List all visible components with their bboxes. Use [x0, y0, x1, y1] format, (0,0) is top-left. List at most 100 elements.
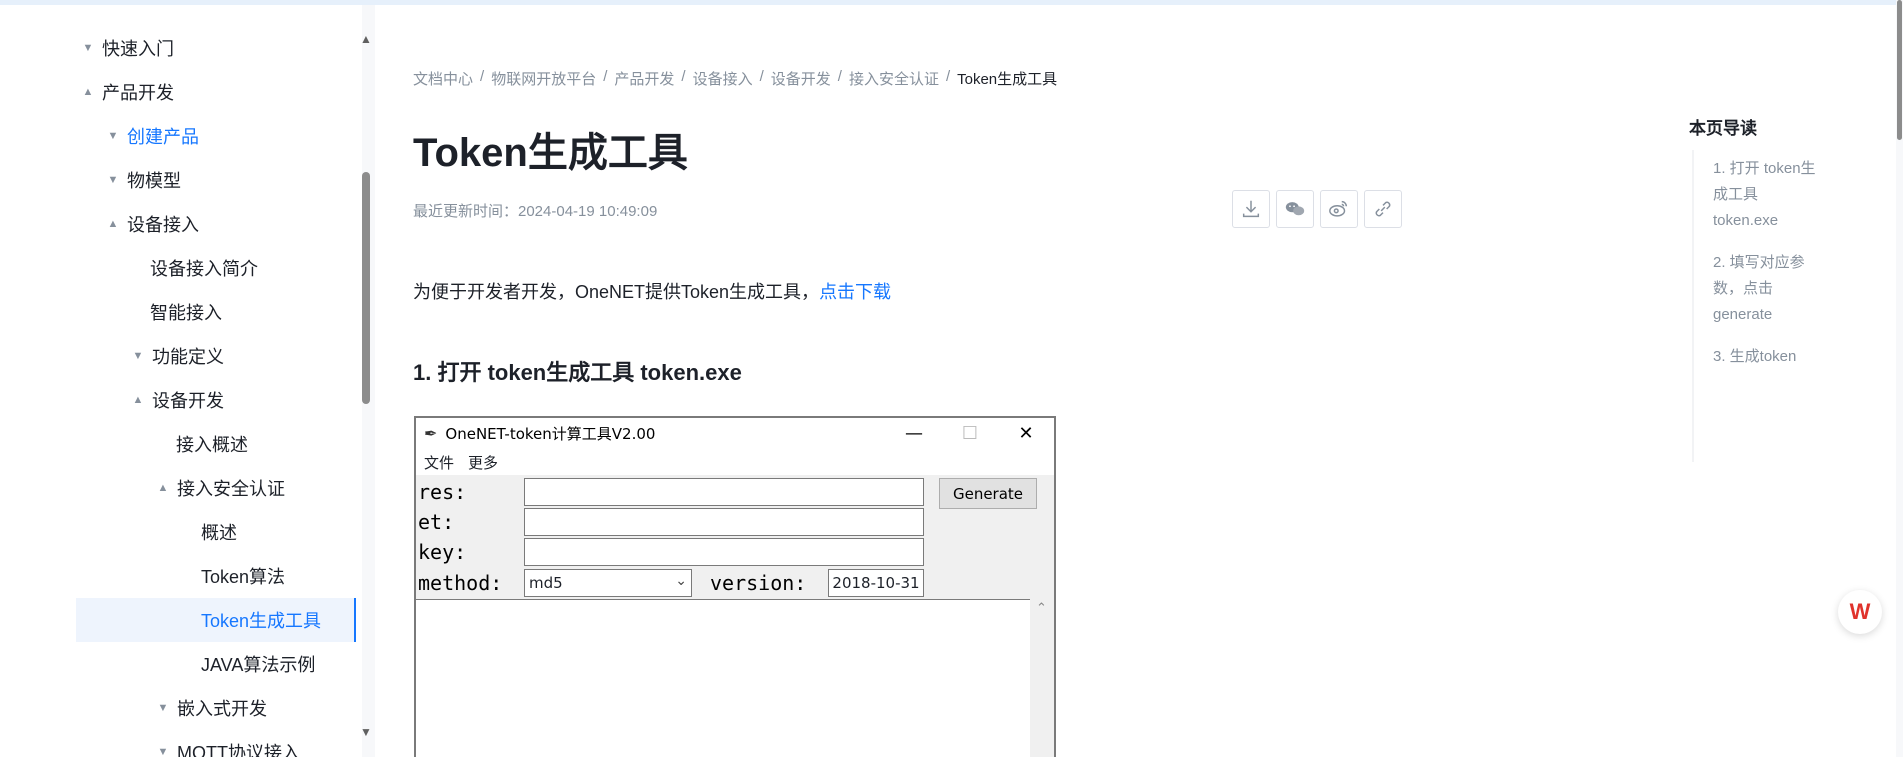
section-heading: 1. 打开 token生成工具 token.exe: [413, 360, 742, 385]
toc-divider: [1692, 150, 1694, 462]
sidebar-item-device-dev[interactable]: ▲ 设备开发: [126, 378, 375, 422]
copy-link-button[interactable]: [1364, 190, 1402, 228]
sidebar-item-label: Token算法: [201, 567, 286, 587]
breadcrumb-item[interactable]: 设备开发: [771, 68, 831, 89]
sidebar-item-token-algorithm[interactable]: Token算法: [201, 554, 375, 598]
download-link[interactable]: 点击下载: [819, 282, 891, 302]
sidebar-nav: ▼ 快速入门 ▲ 产品开发 ▼ 创建产品 ▼ 物模型 ▲ 设备接入 设备接入简介…: [0, 5, 375, 757]
sidebar-item-label: 物模型: [127, 171, 181, 191]
close-icon: ✕: [1018, 423, 1034, 444]
page-title: Token生成工具: [413, 131, 688, 175]
breadcrumb-item[interactable]: 产品开发: [614, 68, 674, 89]
chevron-up-icon: ⌃: [1036, 601, 1047, 616]
sidebar-item-token-tool[interactable]: Token生成工具: [76, 598, 356, 642]
sidebar-item-label: 设备接入: [127, 215, 199, 235]
sidebar-item-access-intro[interactable]: 设备接入简介: [150, 246, 375, 290]
generate-button: Generate: [939, 478, 1037, 509]
sidebar-item-label: JAVA算法示例: [201, 655, 316, 675]
sidebar-item-label: 产品开发: [102, 83, 174, 103]
chevron-down-icon: ▼: [82, 42, 94, 54]
sidebar-item-quickstart[interactable]: ▼ 快速入门: [76, 26, 356, 70]
toc-item[interactable]: 3. 生成token: [1713, 344, 1823, 370]
sidebar-item-label: Token生成工具: [201, 611, 322, 631]
sidebar-item-mqtt-access[interactable]: ▼ MQTT协议接入: [151, 730, 375, 757]
toc-title: 本页导读: [1689, 119, 1757, 138]
maximize-icon: ☐: [961, 423, 979, 444]
sidebar-item-create-product[interactable]: ▼ 创建产品: [101, 114, 375, 158]
sidebar-item-label: 设备开发: [152, 391, 224, 411]
link-icon: [1375, 201, 1391, 217]
wechat-share-button[interactable]: [1276, 190, 1314, 228]
weibo-share-button[interactable]: [1320, 190, 1358, 228]
output-textarea: [416, 599, 1030, 757]
sidebar-item-label: MQTT协议接入: [177, 743, 300, 757]
sidebar-item-label: 设备接入简介: [150, 259, 258, 279]
sidebar-item-label: 智能接入: [150, 303, 222, 323]
intro-text: 为便于开发者开发，OneNET提供Token生成工具，: [413, 282, 820, 302]
page-scrollbar-thumb[interactable]: [1897, 0, 1902, 140]
sidebar-item-device-access[interactable]: ▲ 设备接入: [101, 202, 375, 246]
toc-item[interactable]: 2. 填写对应参数，点击generate: [1713, 250, 1823, 328]
chevron-down-icon: ▼: [157, 746, 169, 757]
sidebar-item-label: 快速入门: [102, 39, 174, 59]
download-icon: [1242, 200, 1260, 218]
chevron-down-icon: ▼: [107, 174, 119, 186]
breadcrumb-item[interactable]: 文档中心: [413, 68, 473, 89]
breadcrumb-item[interactable]: 设备接入: [693, 68, 753, 89]
res-field: [524, 478, 924, 506]
et-field: [524, 508, 924, 536]
chevron-down-icon: ▼: [157, 702, 169, 714]
sidebar-item-access-overview[interactable]: 接入概述: [176, 422, 375, 466]
sidebar-item-product-dev[interactable]: ▲ 产品开发: [76, 70, 356, 114]
wps-logo-icon: W: [1849, 599, 1871, 624]
method-label: method:: [418, 571, 503, 595]
chevron-down-icon: ▼: [132, 350, 144, 362]
weibo-icon: [1329, 200, 1348, 217]
sidebar-item-smart-access[interactable]: 智能接入: [150, 290, 375, 334]
breadcrumb: 文档中心 / 物联网开放平台 / 产品开发 / 设备接入 / 设备开发 / 接入安全认证 /…: [413, 68, 1058, 89]
intro-paragraph: 为便于开发者开发，OneNET提供Token生成工具，点击下载: [413, 278, 891, 304]
sidebar-item-label: 创建产品: [127, 127, 199, 147]
et-label: et:: [418, 510, 455, 534]
chevron-down-icon: ▼: [107, 130, 119, 142]
version-label: version:: [710, 571, 807, 595]
sidebar-item-label: 接入安全认证: [177, 479, 285, 499]
key-label: key:: [418, 540, 467, 564]
download-button[interactable]: [1232, 190, 1270, 228]
chevron-up-icon: ▲: [82, 86, 94, 98]
toc-item[interactable]: 1. 打开 token生成工具 token.exe: [1713, 156, 1823, 234]
res-label: res:: [418, 480, 467, 504]
breadcrumb-current: Token生成工具: [957, 71, 1058, 88]
scroll-up-arrow-icon[interactable]: ▲: [360, 32, 372, 46]
share-toolbar: [1232, 190, 1402, 228]
sidebar-item-label: 接入概述: [176, 435, 248, 455]
tool-window-title: OneNET-token计算工具V2.00: [445, 425, 656, 443]
sidebar-item-thing-model[interactable]: ▼ 物模型: [101, 158, 375, 202]
chevron-up-icon: ▲: [132, 394, 144, 406]
chevron-down-icon: ⌄: [675, 573, 687, 589]
feather-icon: ✒: [424, 424, 438, 443]
wechat-icon: [1285, 202, 1305, 216]
sidebar-item-overview[interactable]: 概述: [201, 510, 375, 554]
sidebar-scrollbar-thumb[interactable]: [362, 172, 370, 404]
sidebar-item-function-def[interactable]: ▼ 功能定义: [126, 334, 375, 378]
version-field: 2018-10-31: [828, 569, 924, 597]
sidebar-item-security-auth[interactable]: ▲ 接入安全认证: [151, 466, 375, 510]
token-tool-screenshot: ✒ OneNET-token计算工具V2.00 — ☐ ✕ 文件 更多 res:…: [414, 416, 1056, 757]
sidebar-item-label: 嵌入式开发: [177, 699, 267, 719]
sidebar-item-label: 功能定义: [152, 347, 224, 367]
scroll-down-arrow-icon[interactable]: ▼: [360, 725, 372, 739]
feedback-float-button[interactable]: W: [1838, 590, 1882, 634]
method-select: md5 ⌄: [524, 569, 692, 597]
chevron-up-icon: ▲: [157, 482, 169, 494]
sidebar-item-java-example[interactable]: JAVA算法示例: [201, 642, 375, 686]
last-updated-text: 最近更新时间：2024-04-19 10:49:09: [413, 203, 658, 220]
sidebar-item-label: 概述: [201, 523, 237, 543]
output-scrollbar: ⌃: [1030, 599, 1054, 757]
sidebar-item-embedded-dev[interactable]: ▼ 嵌入式开发: [151, 686, 375, 730]
menu-more: 更多: [468, 453, 499, 472]
breadcrumb-item[interactable]: 接入安全认证: [849, 68, 939, 89]
breadcrumb-item[interactable]: 物联网开放平台: [491, 68, 596, 89]
key-field: [524, 538, 924, 566]
tool-menubar: 文件 更多: [416, 449, 1054, 475]
